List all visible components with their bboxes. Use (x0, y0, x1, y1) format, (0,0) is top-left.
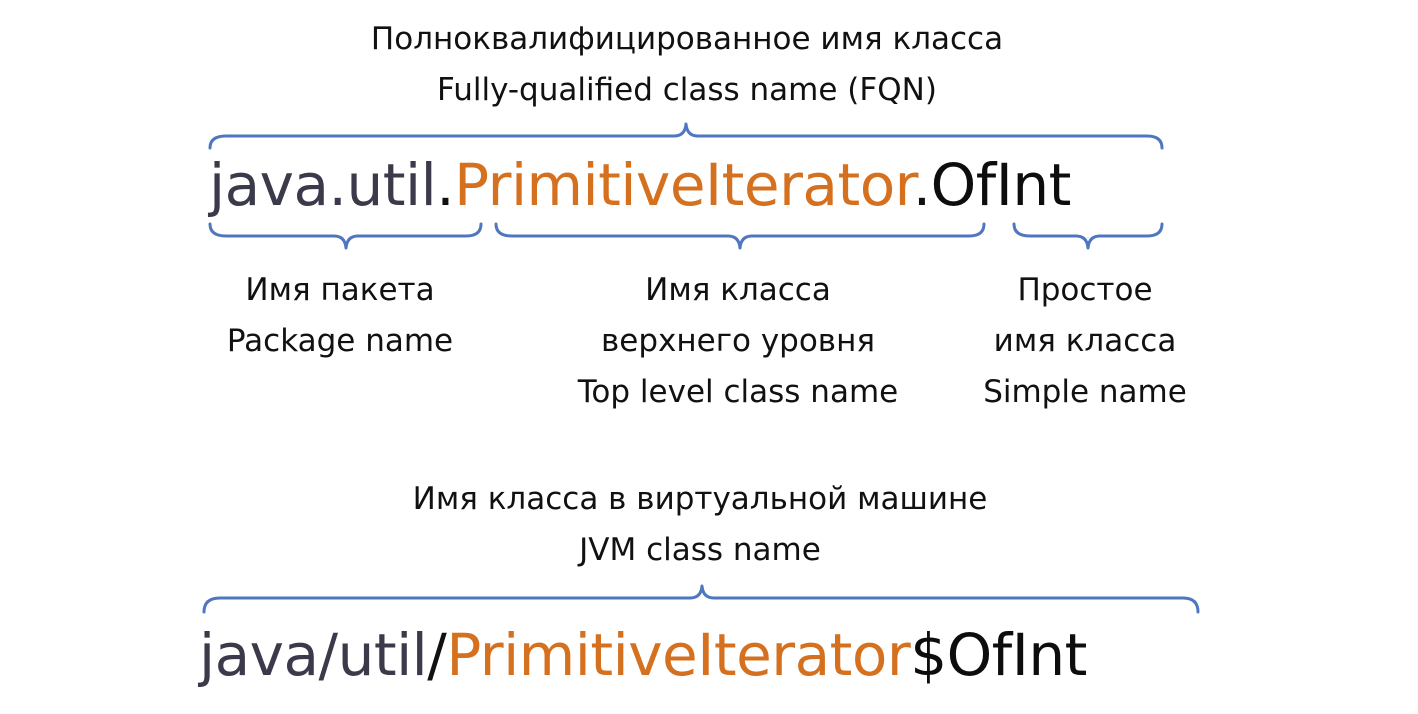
fqn-simple-name: OfInt (930, 151, 1072, 219)
jvm-title: Имя класса в виртуальной машине JVM clas… (413, 474, 988, 576)
package-brace (208, 222, 483, 250)
fqn-separator-2: . (912, 151, 931, 219)
jvm-title-en: JVM class name (579, 532, 821, 568)
package-label: Имя пакета Package name (227, 265, 453, 367)
jvm-code: java/util/PrimitiveIterator$OfInt (199, 620, 1209, 690)
jvm-simple-name: OfInt (946, 621, 1088, 689)
fqn-title-ru: Полноквалифицированное имя класса (370, 21, 1004, 57)
jvm-top-level-class: PrimitiveIterator (446, 621, 911, 689)
simple-name-brace (1012, 222, 1164, 250)
simple-name-label-en: Simple name (983, 374, 1187, 410)
top-level-label-ru-1: Имя класса (645, 272, 831, 308)
top-level-label-ru-2: верхнего уровня (601, 323, 875, 359)
fqn-code: java.util.PrimitiveIterator.OfInt (209, 150, 1169, 220)
jvm-separator-2: $ (910, 621, 947, 689)
top-level-label: Имя класса верхнего уровня Top level cla… (578, 265, 898, 418)
package-label-ru: Имя пакета (245, 272, 435, 308)
fqn-title-en: Fully-qualified class name (FQN) (437, 72, 937, 108)
fqn-separator-1: . (436, 151, 455, 219)
simple-name-label: Простое имя класса Simple name (983, 265, 1187, 418)
fqn-title: Полноквалифицированное имя класса Fully-… (371, 14, 1003, 116)
jvm-brace (202, 584, 1200, 614)
fqn-top-level-class: PrimitiveIterator (454, 151, 913, 219)
jvm-separator-1: / (427, 621, 447, 689)
fqn-package: java.util (209, 151, 437, 219)
top-level-brace (494, 222, 986, 250)
jvm-title-ru: Имя класса в виртуальной машине (412, 481, 988, 517)
jvm-package: java/util (199, 621, 428, 689)
simple-name-label-ru-2: имя класса (993, 323, 1177, 359)
simple-name-label-ru-1: Простое (1017, 272, 1153, 308)
package-label-en: Package name (226, 323, 454, 359)
top-level-label-en: Top level class name (577, 374, 899, 410)
fqn-brace (208, 122, 1164, 150)
